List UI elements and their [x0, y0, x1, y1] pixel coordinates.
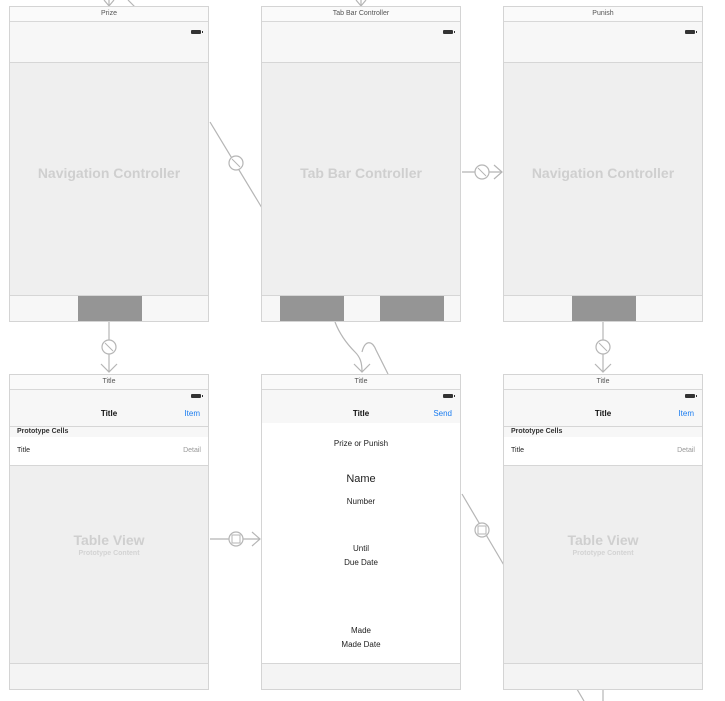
tab-bar-item[interactable] — [380, 296, 444, 321]
scene-title: Title — [262, 375, 460, 390]
scene-title: Punish — [504, 7, 702, 22]
made-date-label: Made Date — [341, 640, 381, 649]
left-table-view-scene[interactable]: Title Title Item Prototype Cells Title D… — [9, 374, 209, 690]
status-bar — [504, 390, 702, 402]
battery-icon — [191, 30, 203, 34]
prototype-cells-header: Prototype Cells — [504, 427, 702, 437]
table-view-label: Table View — [567, 532, 639, 548]
prototype-content-label: Prototype Content — [78, 550, 140, 557]
table-view-placeholder: Table View Prototype Content — [10, 532, 208, 557]
right-table-view-scene[interactable]: Title Title Item Prototype Cells Title D… — [503, 374, 703, 690]
scene-placeholder-label: Navigation Controller — [531, 165, 675, 181]
prize-or-punish-label: Prize or Punish — [333, 439, 389, 448]
nav-title: Title — [100, 409, 118, 418]
number-label: Number — [346, 497, 376, 506]
cell-title: Title — [511, 447, 524, 454]
battery-icon — [191, 394, 203, 398]
push-segue-icon — [228, 531, 244, 547]
toolbar — [504, 663, 702, 689]
toolbar — [262, 663, 460, 689]
cell-detail: Detail — [183, 447, 201, 454]
status-bar — [10, 22, 208, 40]
battery-icon — [685, 30, 697, 34]
prototype-cells-header: Prototype Cells — [10, 427, 208, 437]
table-view-placeholder: Table View Prototype Content — [504, 532, 702, 557]
navigation-bar — [10, 40, 208, 63]
tabbar-to-form-line-2 — [361, 342, 389, 375]
form-view-controller-scene[interactable]: Title Title Send Prize or Punish Name Nu… — [261, 374, 461, 690]
name-label: Name — [346, 473, 376, 485]
status-bar — [262, 22, 460, 40]
cell-detail: Detail — [677, 447, 695, 454]
tab-bar-controller-scene[interactable]: Tab Bar Controller Tab Bar Controller — [261, 6, 461, 322]
form-content: Prize or Punish Name Number Until Due Da… — [262, 423, 460, 664]
toolbar — [10, 663, 208, 689]
scene-title: Prize — [10, 7, 208, 22]
battery-icon — [685, 394, 697, 398]
battery-icon — [443, 394, 455, 398]
status-bar — [10, 390, 208, 402]
tabbar-to-form-line — [334, 321, 363, 373]
tab-bar-item[interactable] — [78, 296, 142, 321]
prototype-cell[interactable]: Title Detail — [504, 437, 702, 466]
navigation-bar — [504, 40, 702, 63]
made-label: Made — [350, 626, 371, 635]
tab-bar-item[interactable] — [572, 296, 636, 321]
send-button[interactable]: Send — [433, 409, 452, 418]
scene-placeholder-label: Tab Bar Controller — [300, 165, 422, 181]
nav-bar-item-button[interactable]: Item — [184, 409, 200, 418]
battery-icon — [443, 30, 455, 34]
tab-bar — [504, 295, 702, 321]
nav-title: Title — [352, 409, 370, 418]
prototype-content-label: Prototype Content — [572, 550, 634, 557]
navigation-bar — [262, 40, 460, 63]
navigation-bar: Title Item — [504, 402, 702, 427]
status-bar — [504, 22, 702, 40]
push-segue-icon — [474, 522, 490, 538]
punish-navigation-controller-scene[interactable]: Punish Navigation Controller — [503, 6, 703, 322]
until-label: Until — [352, 544, 369, 553]
due-date-label: Due Date — [344, 558, 378, 567]
status-bar — [262, 390, 460, 402]
prize-navigation-controller-scene[interactable]: Prize Navigation Controller — [9, 6, 209, 322]
cell-title: Title — [17, 447, 30, 454]
table-view-label: Table View — [73, 532, 145, 548]
tab-bar — [10, 295, 208, 321]
scene-title: Tab Bar Controller — [262, 7, 460, 22]
scene-title: Title — [10, 375, 208, 390]
nav-bar-item-button[interactable]: Item — [678, 409, 694, 418]
navigation-bar: Title Item — [10, 402, 208, 427]
tab-bar-item[interactable] — [280, 296, 344, 321]
tab-bar — [262, 295, 460, 321]
scene-placeholder-label: Navigation Controller — [37, 165, 181, 181]
nav-title: Title — [594, 409, 612, 418]
prototype-cell[interactable]: Title Detail — [10, 437, 208, 466]
scene-title: Title — [504, 375, 702, 390]
